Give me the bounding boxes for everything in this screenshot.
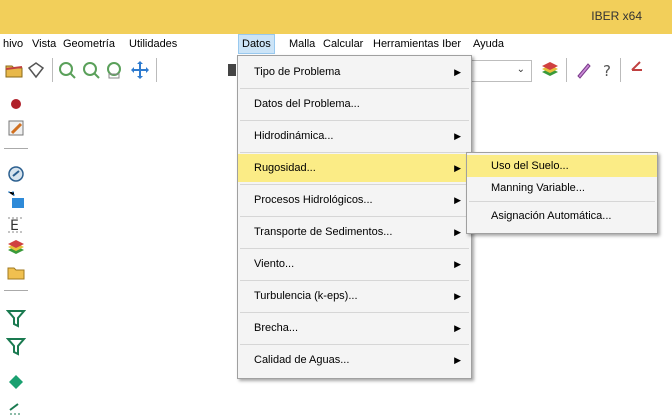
- menu-item-asignacion-automatica[interactable]: Asignación Automática...: [467, 203, 657, 229]
- save-icon[interactable]: [26, 60, 46, 80]
- toolbar-partial-icon[interactable]: [228, 64, 236, 76]
- menu-separator: [240, 120, 469, 121]
- edit-icon[interactable]: [6, 118, 26, 138]
- menu-separator: [240, 248, 469, 249]
- menu-separator: [240, 344, 469, 345]
- toolbar-separator: [52, 58, 53, 82]
- layers-icon[interactable]: [6, 238, 26, 258]
- menu-item-rugosidad[interactable]: Rugosidad... ▶: [238, 154, 471, 182]
- window-title: IBER x64: [591, 9, 642, 23]
- menu-vista[interactable]: Vista: [29, 34, 59, 54]
- toolbar-separator: [566, 58, 567, 82]
- menu-calcular[interactable]: Calcular: [320, 34, 366, 54]
- menu-ayuda[interactable]: Ayuda: [470, 34, 507, 54]
- point-icon[interactable]: [6, 94, 26, 114]
- chevron-down-icon: ⌄: [516, 64, 525, 75]
- zoom-in-icon[interactable]: [58, 60, 78, 80]
- menu-item-viento[interactable]: Viento... ▶: [238, 250, 471, 278]
- pan-icon[interactable]: [130, 60, 150, 80]
- menu-separator: [240, 280, 469, 281]
- menu-item-turbulencia[interactable]: Turbulencia (k-eps)... ▶: [238, 282, 471, 310]
- submenu-arrow-icon: ▶: [454, 227, 461, 237]
- menu-item-uso-del-suelo[interactable]: Uso del Suelo...: [467, 155, 657, 177]
- menu-item-brecha[interactable]: Brecha... ▶: [238, 314, 471, 342]
- menu-item-tipo-de-problema[interactable]: Tipo de Problema ▶: [238, 58, 471, 86]
- menu-archivo[interactable]: hivo: [0, 34, 26, 54]
- arrow-icon[interactable]: [6, 396, 26, 416]
- menu-separator: [240, 88, 469, 89]
- label-icon[interactable]: E: [6, 214, 26, 234]
- submenu-arrow-icon: ▶: [454, 67, 461, 77]
- more-icon[interactable]: [628, 60, 648, 80]
- menu-malla[interactable]: Malla: [286, 34, 318, 54]
- help-icon[interactable]: ?: [598, 60, 618, 80]
- submenu-arrow-icon: ▶: [454, 131, 461, 141]
- menu-item-transporte-de-sedimentos[interactable]: Transporte de Sedimentos... ▶: [238, 218, 471, 246]
- menu-item-calidad-de-aguas[interactable]: Calidad de Aguas... ▶: [238, 346, 471, 374]
- menu-separator: [469, 201, 655, 202]
- menu-item-procesos-hidrologicos[interactable]: Procesos Hidrológicos... ▶: [238, 186, 471, 214]
- mesh-icon[interactable]: [6, 190, 26, 210]
- menu-item-hidrodinamica[interactable]: Hidrodinámica... ▶: [238, 122, 471, 150]
- submenu-arrow-icon: ▶: [454, 195, 461, 205]
- toolbar-separator: [620, 58, 621, 82]
- datos-menu: Tipo de Problema ▶ Datos del Problema...…: [237, 55, 472, 379]
- folder-icon[interactable]: [6, 262, 26, 282]
- toolbar-separator: [156, 58, 157, 82]
- folder-open-icon[interactable]: [4, 60, 24, 80]
- submenu-arrow-icon: ▶: [454, 323, 461, 333]
- submenu-arrow-icon: ▶: [454, 163, 461, 173]
- funnel-icon[interactable]: [6, 336, 26, 356]
- menu-separator: [240, 184, 469, 185]
- menu-datos[interactable]: Datos: [238, 34, 275, 54]
- left-toolbar-separator: [4, 290, 28, 291]
- rugosidad-submenu: Uso del Suelo... Manning Variable... Asi…: [466, 152, 658, 234]
- menu-geometria[interactable]: Geometría: [60, 34, 118, 54]
- diamond-icon[interactable]: [6, 372, 26, 392]
- menu-item-datos-del-problema[interactable]: Datos del Problema...: [238, 90, 471, 118]
- iber-window: IBER x64 hivo Vista Geometría Utilidades…: [0, 0, 672, 419]
- zoom-frame-icon[interactable]: [106, 60, 126, 80]
- svg-text:?: ?: [603, 62, 611, 80]
- layers-icon[interactable]: [540, 60, 560, 80]
- surface-icon[interactable]: [6, 164, 26, 184]
- menu-separator: [240, 152, 469, 153]
- render-icon[interactable]: [574, 60, 594, 80]
- menu-bar: hivo Vista Geometría Utilidades Datos Ma…: [0, 34, 672, 54]
- submenu-arrow-icon: ▶: [454, 291, 461, 301]
- left-toolbar-separator: [4, 148, 28, 149]
- submenu-arrow-icon: ▶: [454, 259, 461, 269]
- menu-item-manning-variable[interactable]: Manning Variable...: [467, 177, 657, 199]
- title-bar: IBER x64: [0, 0, 672, 34]
- menu-separator: [240, 216, 469, 217]
- funnel-icon[interactable]: [6, 308, 26, 328]
- zoom-out-icon[interactable]: [82, 60, 102, 80]
- submenu-arrow-icon: ▶: [454, 355, 461, 365]
- menu-separator: [240, 312, 469, 313]
- menu-utilidades[interactable]: Utilidades: [126, 34, 180, 54]
- menu-herramientas-iber[interactable]: Herramientas Iber: [370, 34, 464, 54]
